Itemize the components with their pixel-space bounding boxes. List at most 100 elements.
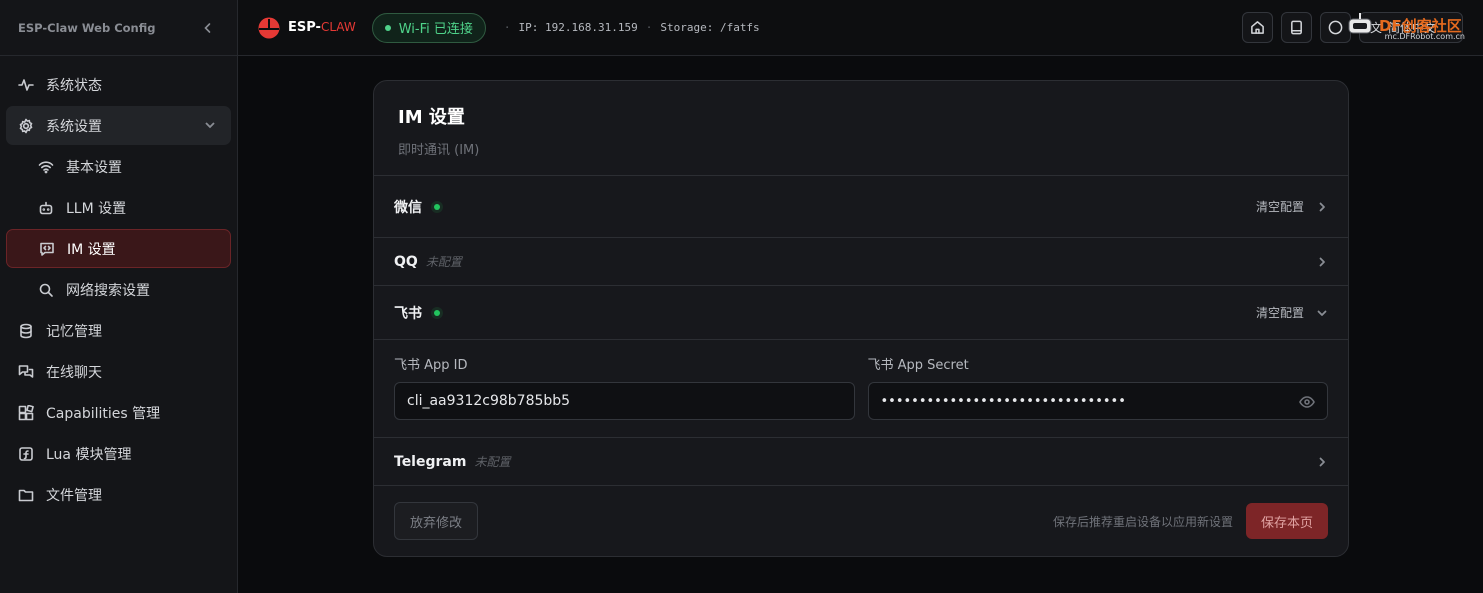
chevron-down-icon (203, 118, 217, 136)
im-name: 飞书 (394, 305, 422, 322)
sidebar-item-label: 记忆管理 (46, 323, 102, 340)
app-id-value: cli_aa9312c98b785bb5 (407, 393, 571, 409)
im-row-wechat[interactable]: 微信 清空配置 (374, 176, 1348, 238)
not-configured-label: 未配置 (425, 255, 462, 269)
app-secret-input[interactable]: •••••••••••••••••••••••••••••••• (867, 382, 1328, 420)
chat-icon (18, 364, 34, 380)
configured-status-dot (434, 203, 440, 210)
app-title: ESP-Claw Web Config (18, 20, 156, 35)
sidebar-item-memory[interactable]: 记忆管理 (6, 311, 231, 350)
chevron-right-icon[interactable] (1316, 201, 1328, 213)
database-icon (18, 323, 34, 339)
im-row-qq[interactable]: QQ 未配置 (374, 238, 1348, 286)
sidebar-item-llm-settings[interactable]: LLM 设置 (6, 188, 231, 227)
app-id-label: 飞书 App ID (394, 358, 468, 373)
sidebar-item-im-settings[interactable]: IM 设置 (6, 229, 231, 268)
watermark: DF创客社区 mc.DFRobot.com.cn (1345, 6, 1465, 44)
im-settings-card: IM 设置 即时通讯 (IM) 微信 清空配置 QQ 未配置 飞书 清空配置 飞… (373, 80, 1349, 557)
feishu-fields: 飞书 App ID cli_aa9312c98b785bb5 飞书 App Se… (374, 340, 1348, 438)
storage-path: Storage: /fatfs (660, 21, 760, 34)
blocks-icon (18, 404, 34, 421)
restart-hint: 保存后推荐重启设备以应用新设置 (1052, 514, 1233, 529)
message-code-icon (39, 241, 55, 257)
folder-icon (18, 487, 34, 503)
chevron-down-icon[interactable] (1316, 307, 1328, 319)
sidebar-item-label: 系统设置 (46, 118, 102, 135)
app-id-field-group: 飞书 App ID cli_aa9312c98b785bb5 (394, 354, 855, 437)
wifi-status-label: Wi-Fi 已连接 (398, 22, 473, 37)
sidebar-item-label: IM 设置 (67, 241, 116, 258)
separator-dot: · (503, 21, 511, 34)
collapse-sidebar-icon[interactable] (199, 19, 217, 37)
app-secret-value: •••••••••••••••••••••••••••••••• (880, 393, 1126, 409)
page-subtitle: 即时通讯 (IM) (398, 143, 480, 158)
logo-icon (258, 17, 280, 38)
card-footer: 放弃修改 保存后推荐重启设备以应用新设置 保存本页 (374, 486, 1348, 556)
sidebar-item-capabilities[interactable]: Capabilities 管理 (6, 393, 231, 432)
github-icon (1328, 20, 1343, 35)
activity-icon (18, 77, 34, 93)
row-actions (1316, 256, 1328, 268)
home-icon (1251, 21, 1264, 34)
row-actions: 清空配置 (1256, 304, 1328, 321)
chevron-right-icon[interactable] (1316, 456, 1328, 468)
app-secret-label: 飞书 App Secret (867, 358, 969, 373)
card-header: IM 设置 即时通讯 (IM) (374, 81, 1348, 176)
brand-logo: ESP-CLAW (258, 17, 356, 39)
not-configured-label: 未配置 (474, 455, 511, 469)
sidebar-item-basic-settings[interactable]: 基本设置 (6, 147, 231, 186)
sidebar-item-files[interactable]: 文件管理 (6, 475, 231, 514)
row-actions: 清空配置 (1256, 198, 1328, 215)
sidebar-item-label: Capabilities 管理 (46, 405, 161, 422)
sidebar-item-label: Lua 模块管理 (46, 446, 132, 463)
im-name: 微信 (394, 199, 422, 216)
sidebar-item-label: 基本设置 (66, 159, 122, 176)
configured-status-dot (434, 309, 440, 316)
sidebar-item-chat[interactable]: 在线聊天 (6, 352, 231, 391)
wifi-icon (38, 159, 54, 175)
page-title: IM 设置 (398, 107, 465, 128)
device-meta: · IP: 192.168.31.159 · Storage: /fatfs (496, 21, 760, 34)
app-id-input[interactable]: cli_aa9312c98b785bb5 (394, 382, 855, 420)
search-icon (38, 282, 54, 298)
discard-button[interactable]: 放弃修改 (394, 502, 479, 540)
im-row-telegram[interactable]: Telegram 未配置 (374, 438, 1348, 486)
bot-icon (38, 200, 54, 216)
gear-icon (18, 118, 34, 134)
sidebar-item-label: 文件管理 (46, 487, 102, 504)
sidebar-item-lua-modules[interactable]: Lua 模块管理 (6, 434, 231, 473)
sidebar-nav: 系统状态 系统设置 基本设置 LLM 设置 IM 设置 网络搜索设置 记忆管理 (0, 56, 237, 514)
sidebar-item-web-search-settings[interactable]: 网络搜索设置 (6, 270, 231, 309)
eye-icon[interactable] (1299, 394, 1315, 414)
footer-actions: 保存后推荐重启设备以应用新设置 保存本页 (1053, 503, 1328, 539)
topbar: ESP-CLAW Wi-Fi 已连接 · IP: 192.168.31.159 … (238, 0, 1483, 56)
row-actions (1316, 456, 1328, 468)
watermark-url: mc.DFRobot.com.cn (1384, 32, 1465, 41)
chevron-right-icon[interactable] (1316, 256, 1328, 268)
brand-main: ESP- (288, 20, 321, 35)
sidebar: ESP-Claw Web Config 系统状态 系统设置 基本设置 LLM 设… (0, 0, 238, 593)
sidebar-item-system-settings[interactable]: 系统设置 (6, 106, 231, 145)
wifi-status-badge: Wi-Fi 已连接 (371, 12, 486, 43)
im-row-feishu[interactable]: 飞书 清空配置 (374, 286, 1348, 340)
status-dot (384, 24, 391, 31)
docs-button[interactable] (1281, 12, 1312, 43)
clear-config-button[interactable]: 清空配置 (1256, 304, 1304, 321)
function-icon (18, 446, 34, 462)
sidebar-item-label: 网络搜索设置 (66, 282, 150, 299)
sidebar-header: ESP-Claw Web Config (0, 0, 237, 56)
app-secret-field-group: 飞书 App Secret ••••••••••••••••••••••••••… (867, 354, 1328, 437)
brand-text: ESP-CLAW (288, 20, 356, 35)
watermark-robot-logo (1348, 13, 1372, 34)
save-button[interactable]: 保存本页 (1245, 503, 1328, 539)
brand-accent: CLAW (320, 20, 356, 34)
sidebar-item-label: 在线聊天 (46, 364, 102, 381)
book-icon (1291, 20, 1302, 35)
home-button[interactable] (1242, 12, 1273, 43)
sidebar-item-system-status[interactable]: 系统状态 (6, 65, 231, 104)
ip-address: IP: 192.168.31.159 (518, 21, 638, 34)
clear-config-button[interactable]: 清空配置 (1256, 198, 1304, 215)
separator-dot: · (645, 21, 653, 34)
im-name: QQ (394, 253, 418, 270)
im-name: Telegram (394, 453, 467, 470)
